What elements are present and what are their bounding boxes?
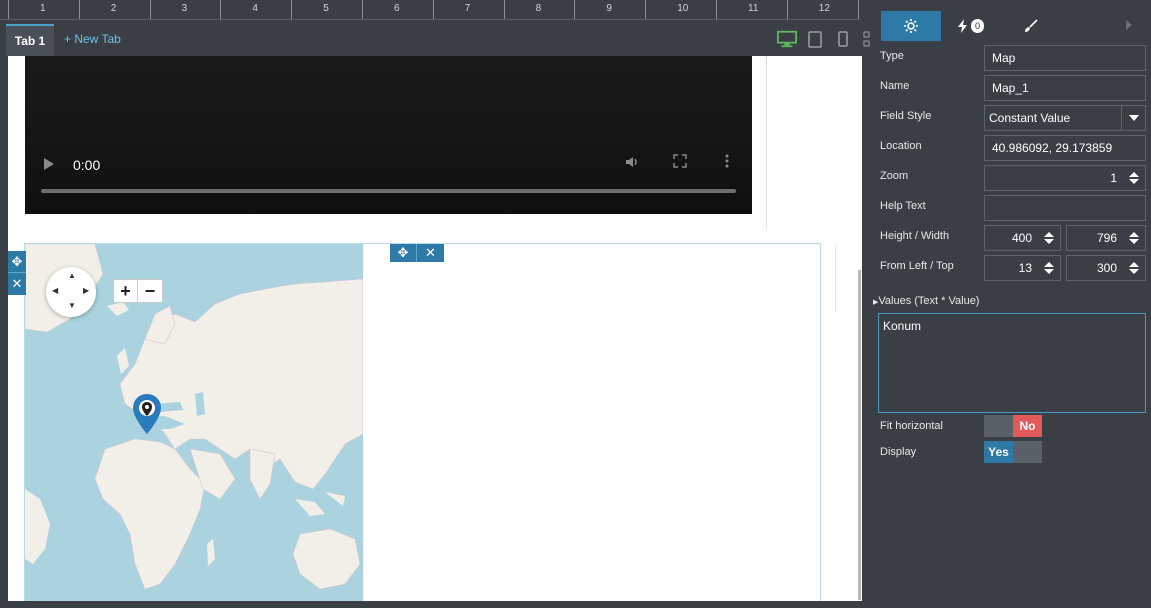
- close-icon[interactable]: ✕: [8, 273, 26, 295]
- device-switcher: [777, 30, 881, 48]
- ruler-number: 11: [748, 3, 759, 14]
- prop-height-width: Height / Width 400 796: [880, 225, 1146, 251]
- ruler-tick: [78, 0, 80, 19]
- ruler-tick: [362, 0, 363, 19]
- ruler-tick: [645, 0, 647, 19]
- ruler: 1 2 3 4 5 6 7 8 9 10 11 12: [0, 0, 860, 20]
- pan-right-icon[interactable]: ▶: [83, 286, 89, 295]
- close-icon[interactable]: ✕: [417, 244, 444, 262]
- zoom-in-button[interactable]: +: [114, 280, 139, 302]
- ruler-tick: [574, 0, 576, 19]
- ruler-tick: [432, 0, 434, 19]
- gear-icon: [904, 19, 918, 33]
- ruler-tick: [716, 0, 717, 19]
- desktop-icon[interactable]: [777, 30, 797, 48]
- chevron-down-icon[interactable]: [1121, 106, 1145, 130]
- spinner-icon[interactable]: [1123, 226, 1145, 250]
- phone-icon[interactable]: [833, 30, 853, 48]
- ruler-tick: [8, 0, 9, 19]
- ruler-number: 6: [394, 3, 400, 14]
- prop-field-style: Field Style Constant Value: [880, 105, 1146, 131]
- spinner-icon[interactable]: [1123, 166, 1145, 190]
- spinner-icon[interactable]: [1038, 256, 1060, 280]
- ruler-number: 3: [181, 3, 188, 14]
- more-options-icon[interactable]: [725, 154, 729, 173]
- pan-up-icon[interactable]: ▲: [68, 271, 76, 280]
- name-field[interactable]: Map_1: [984, 75, 1146, 101]
- ruler-number: 10: [677, 3, 689, 14]
- ruler-tick: [786, 0, 788, 19]
- prop-zoom: Zoom 1: [880, 165, 1146, 191]
- panel-collapse-icon[interactable]: [1126, 20, 1132, 30]
- ruler-number: 9: [606, 3, 612, 14]
- component-toolbar: ✥ ✕: [390, 244, 445, 262]
- help-text-field[interactable]: [984, 195, 1146, 221]
- ruler-tick: [291, 0, 293, 19]
- ruler-number: 4: [252, 3, 258, 14]
- tab-bar: Tab 1 + New Tab: [0, 20, 879, 56]
- type-field[interactable]: Map: [984, 45, 1146, 71]
- design-canvas[interactable]: 0:00 ▲ ▼ ◀ ▶ + −: [8, 56, 862, 601]
- panel-tabs: 0: [881, 11, 1061, 41]
- prop-help-text: Help Text: [880, 195, 1146, 221]
- new-tab-button[interactable]: + New Tab: [64, 32, 121, 46]
- values-textarea[interactable]: Konum: [878, 313, 1146, 413]
- move-icon[interactable]: ✥: [390, 244, 417, 262]
- map-component[interactable]: ▲ ▼ ◀ ▶ + −: [24, 243, 821, 601]
- grid-guide: [835, 246, 836, 311]
- row-toolbar: ✥ ✕: [8, 251, 26, 295]
- canvas-scrollbar-thumb[interactable]: [858, 270, 861, 600]
- video-time: 0:00: [73, 157, 101, 173]
- video-progress-bar[interactable]: [41, 189, 736, 193]
- prop-type: Type Map: [880, 45, 1146, 71]
- ruler-number: 5: [323, 3, 329, 14]
- spinner-icon[interactable]: [1123, 256, 1145, 280]
- display-toggle[interactable]: Yes: [984, 441, 1042, 463]
- grid-guide: [766, 56, 767, 228]
- location-field[interactable]: 40.986092, 29.173859: [984, 135, 1146, 161]
- left-stepper[interactable]: 13: [984, 255, 1061, 281]
- ruler-number: 7: [464, 3, 471, 14]
- tab-events[interactable]: 0: [941, 11, 1001, 41]
- map-view[interactable]: ▲ ▼ ◀ ▶ + −: [25, 244, 363, 601]
- play-icon[interactable]: [44, 158, 54, 170]
- pan-left-icon[interactable]: ◀: [52, 286, 58, 295]
- brush-icon: [1025, 19, 1038, 32]
- events-badge: 0: [970, 19, 984, 33]
- bolt-icon: [957, 19, 967, 33]
- tab-style[interactable]: [1001, 11, 1061, 41]
- prop-location: Location 40.986092, 29.173859: [880, 135, 1146, 161]
- field-style-select[interactable]: Constant Value: [984, 105, 1146, 131]
- prop-name: Name Map_1: [880, 75, 1146, 101]
- height-stepper[interactable]: 400: [984, 225, 1061, 251]
- ruler-tick: [220, 0, 222, 19]
- ruler-tick: [503, 0, 505, 19]
- map-zoom-control: + −: [113, 279, 163, 303]
- values-section-toggle[interactable]: ▶Values (Text * Value): [873, 295, 979, 307]
- fit-horizontal-toggle[interactable]: No: [984, 415, 1042, 437]
- tab-1[interactable]: Tab 1: [6, 24, 54, 56]
- tablet-icon[interactable]: [805, 30, 825, 48]
- tab-settings[interactable]: [881, 11, 941, 41]
- width-stepper[interactable]: 796: [1066, 225, 1146, 251]
- top-stepper[interactable]: 300: [1066, 255, 1146, 281]
- ruler-number: 12: [818, 3, 830, 14]
- zoom-stepper[interactable]: 1: [984, 165, 1146, 191]
- volume-icon[interactable]: [624, 154, 640, 175]
- ruler-tick: [149, 0, 151, 19]
- move-icon[interactable]: ✥: [8, 251, 26, 273]
- zoom-out-button[interactable]: −: [138, 280, 162, 302]
- ruler-number: 2: [110, 3, 117, 14]
- fullscreen-icon[interactable]: [673, 154, 687, 173]
- pan-down-icon[interactable]: ▼: [68, 301, 76, 310]
- ruler-tick: [857, 0, 859, 19]
- map-pan-control[interactable]: ▲ ▼ ◀ ▶: [46, 267, 96, 317]
- properties-panel: 0 Type Map Name Map_1 Field Style Consta…: [870, 0, 1151, 608]
- video-player[interactable]: 0:00: [25, 56, 752, 214]
- prop-from-left-top: From Left / Top 13 300: [880, 255, 1146, 281]
- ruler-number: 1: [40, 3, 46, 14]
- ruler-number: 8: [535, 3, 542, 14]
- spinner-icon[interactable]: [1038, 226, 1060, 250]
